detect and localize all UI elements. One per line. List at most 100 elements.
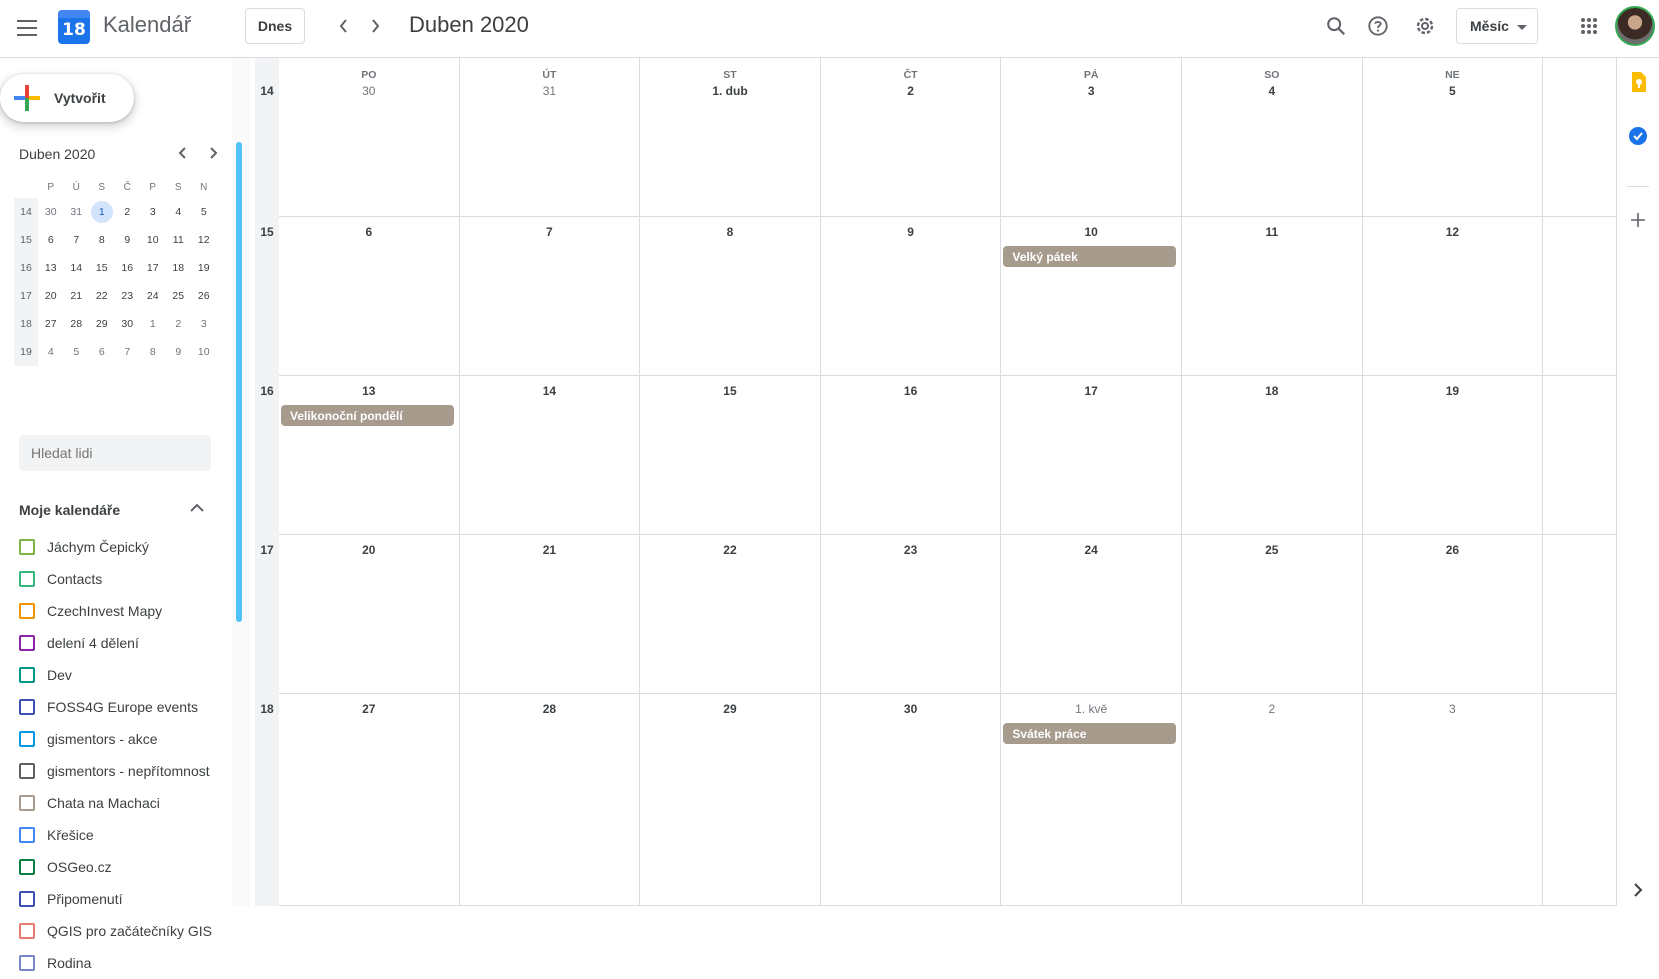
day-number[interactable]: 31 — [460, 84, 640, 98]
event-chip[interactable]: Velký pátek — [1003, 246, 1176, 267]
day-cell[interactable]: 24 — [1001, 535, 1182, 693]
day-cell[interactable]: ST 1. dub — [640, 58, 821, 216]
mini-day[interactable]: 31 — [64, 198, 90, 226]
day-number[interactable]: 5 — [1363, 84, 1543, 98]
week-number[interactable]: 17 — [255, 543, 279, 557]
mini-day[interactable]: 3 — [140, 198, 166, 226]
mini-day[interactable]: 15 — [89, 254, 115, 282]
mini-day[interactable]: 4 — [38, 338, 64, 366]
calendar-checkbox[interactable] — [19, 571, 35, 587]
calendar-item[interactable]: Rodina — [19, 947, 229, 979]
day-cell[interactable]: 13 Velikonoční pondělí — [279, 376, 460, 534]
day-cell[interactable]: 19 — [1363, 376, 1544, 534]
day-cell[interactable]: 3 — [1363, 694, 1544, 905]
calendar-checkbox[interactable] — [19, 795, 35, 811]
mini-day[interactable]: 3 — [191, 310, 217, 338]
day-cell[interactable]: 30 — [821, 694, 1002, 905]
day-number[interactable]: 30 — [821, 702, 1001, 716]
apps-button[interactable] — [1573, 10, 1605, 42]
my-calendars-heading[interactable]: Moje kalendáře — [19, 502, 120, 518]
mini-day[interactable]: 20 — [38, 282, 64, 310]
mini-day[interactable]: 2 — [166, 310, 192, 338]
mini-week-number[interactable]: 18 — [14, 310, 38, 338]
day-number[interactable]: 1. kvě — [1001, 702, 1181, 716]
mini-day[interactable]: 30 — [38, 198, 64, 226]
today-button[interactable]: Dnes — [245, 8, 305, 44]
calendar-item[interactable]: Dev — [19, 659, 229, 691]
day-cell[interactable]: PÁ 3 — [1001, 58, 1182, 216]
day-number[interactable]: 3 — [1001, 84, 1181, 98]
search-button[interactable] — [1320, 10, 1352, 42]
day-number[interactable]: 29 — [640, 702, 820, 716]
day-cell[interactable]: PO 30 — [279, 58, 460, 216]
help-button[interactable] — [1362, 10, 1394, 42]
day-number[interactable]: 23 — [821, 543, 1001, 557]
mini-day[interactable]: 19 — [191, 254, 217, 282]
calendar-item[interactable]: Jáchym Čepický — [19, 531, 229, 563]
day-number[interactable]: 27 — [279, 702, 459, 716]
mini-day[interactable]: 9 — [166, 338, 192, 366]
calendar-checkbox[interactable] — [19, 891, 35, 907]
day-cell[interactable]: 10 Velký pátek — [1001, 217, 1182, 375]
mini-day[interactable]: 21 — [64, 282, 90, 310]
mini-day[interactable]: 26 — [191, 282, 217, 310]
mini-day[interactable]: 8 — [89, 226, 115, 254]
day-cell[interactable]: 29 — [640, 694, 821, 905]
day-cell[interactable]: 9 — [821, 217, 1002, 375]
day-cell[interactable]: 12 — [1363, 217, 1544, 375]
prev-month-button[interactable] — [331, 12, 357, 40]
avatar[interactable] — [1615, 6, 1655, 46]
day-cell[interactable]: 15 — [640, 376, 821, 534]
day-cell[interactable]: 23 — [821, 535, 1002, 693]
sidebar-scrollbar[interactable] — [236, 142, 242, 622]
mini-day-today[interactable]: 1 — [89, 198, 115, 226]
calendar-item[interactable]: CzechInvest Mapy — [19, 595, 229, 627]
calendar-item[interactable]: Chata na Machaci — [19, 787, 229, 819]
mini-day[interactable]: 10 — [140, 226, 166, 254]
day-number[interactable]: 28 — [460, 702, 640, 716]
mini-day[interactable]: 23 — [115, 282, 141, 310]
next-month-button[interactable] — [362, 12, 388, 40]
chevron-up-icon[interactable] — [190, 500, 204, 516]
calendar-checkbox[interactable] — [19, 859, 35, 875]
day-cell[interactable]: 22 — [640, 535, 821, 693]
day-number[interactable]: 14 — [460, 384, 640, 398]
mini-day[interactable]: 18 — [166, 254, 192, 282]
mini-week-number[interactable]: 14 — [14, 198, 38, 226]
day-cell[interactable]: 11 — [1182, 217, 1363, 375]
day-number[interactable]: 30 — [279, 84, 459, 98]
calendar-checkbox[interactable] — [19, 699, 35, 715]
mini-day[interactable]: 25 — [166, 282, 192, 310]
add-addon-icon[interactable] — [1628, 210, 1648, 230]
day-number[interactable]: 16 — [821, 384, 1001, 398]
week-number[interactable]: 14 — [255, 84, 279, 98]
day-cell[interactable]: 17 — [1001, 376, 1182, 534]
day-number[interactable]: 10 — [1001, 225, 1181, 239]
day-number[interactable]: 13 — [279, 384, 459, 398]
mini-day[interactable]: 4 — [166, 198, 192, 226]
mini-day[interactable]: 30 — [115, 310, 141, 338]
calendar-item[interactable]: OSGeo.cz — [19, 851, 229, 883]
mini-day[interactable]: 28 — [64, 310, 90, 338]
calendar-item[interactable]: gismentors - nepřítomnost — [19, 755, 229, 787]
mini-day[interactable]: 16 — [115, 254, 141, 282]
week-number[interactable]: 16 — [255, 384, 279, 398]
day-cell[interactable]: 28 — [460, 694, 641, 905]
calendar-checkbox[interactable] — [19, 763, 35, 779]
mini-day[interactable]: 9 — [115, 226, 141, 254]
mini-week-number[interactable]: 17 — [14, 282, 38, 310]
mini-day[interactable]: 22 — [89, 282, 115, 310]
calendar-item[interactable]: QGIS pro začátečníky GIS — [19, 915, 229, 947]
day-number[interactable]: 20 — [279, 543, 459, 557]
day-number[interactable]: 6 — [279, 225, 459, 239]
day-number[interactable]: 15 — [640, 384, 820, 398]
mini-day[interactable]: 7 — [64, 226, 90, 254]
mini-day[interactable]: 5 — [191, 198, 217, 226]
day-number[interactable]: 1. dub — [640, 84, 820, 98]
day-cell[interactable]: 14 — [460, 376, 641, 534]
calendar-item[interactable]: delení 4 dělení — [19, 627, 229, 659]
event-chip[interactable]: Velikonoční pondělí — [281, 405, 454, 426]
day-cell[interactable]: 1. kvě Svátek práce — [1001, 694, 1182, 905]
mini-day[interactable]: 27 — [38, 310, 64, 338]
calendar-checkbox[interactable] — [19, 603, 35, 619]
